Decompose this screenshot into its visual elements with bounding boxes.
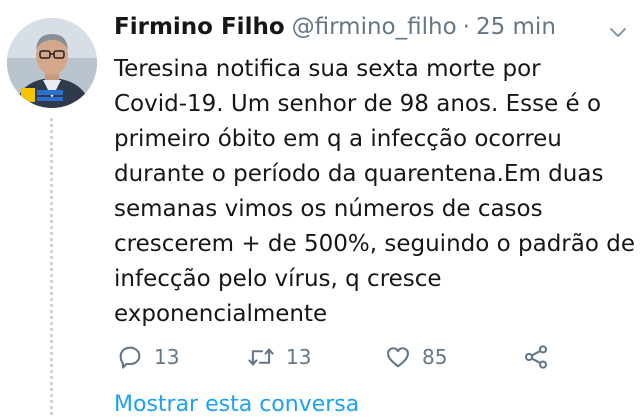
tweet-text-line: exponencialmente	[114, 301, 328, 327]
chevron-down-icon[interactable]	[606, 20, 630, 44]
tweet-text-line: Teresina notifica sua sexta morte por	[114, 56, 541, 82]
tweet-header: Firmino Filho @firmino_filho · 25 min	[114, 14, 600, 50]
tweet-text-line: crescerem + de 500%, seguindo o padrão d…	[114, 231, 635, 257]
retweet-button[interactable]: 13	[246, 340, 311, 374]
like-icon	[384, 343, 412, 371]
separator-dot: ·	[462, 14, 470, 40]
avatar-photo	[7, 18, 97, 108]
tweet-actions: 13 13 85	[114, 340, 614, 374]
avatar[interactable]	[7, 18, 97, 108]
tweet-text-line: semanas vimos os números de casos	[114, 196, 543, 222]
retweet-icon	[246, 343, 276, 371]
like-button[interactable]: 85	[384, 340, 447, 374]
reply-count: 13	[154, 345, 180, 369]
user-handle[interactable]: @firmino_filho	[292, 14, 457, 40]
tweet-text: Teresina notifica sua sexta morte por Co…	[114, 52, 635, 332]
tweet-text-line: durante o período da quarentena.Em duas	[114, 161, 604, 187]
tweet-text-line: primeiro óbito em q a infecção ocorreu	[114, 126, 562, 152]
tweet-text-line: infecção pelo vírus, q cresce	[114, 266, 442, 292]
display-name[interactable]: Firmino Filho	[114, 14, 285, 40]
timestamp[interactable]: 25 min	[476, 14, 556, 40]
show-thread-link[interactable]: Mostrar esta conversa	[114, 392, 359, 417]
thread-line	[50, 118, 53, 415]
like-count: 85	[422, 345, 448, 369]
reply-icon	[116, 343, 144, 371]
reply-button[interactable]: 13	[116, 340, 179, 374]
share-button[interactable]	[522, 340, 550, 374]
share-icon	[522, 343, 550, 371]
tweet[interactable]: Firmino Filho @firmino_filho · 25 min Te…	[0, 0, 640, 417]
tweet-text-line: Covid-19. Um senhor de 98 anos. Esse é o	[114, 91, 602, 117]
retweet-count: 13	[286, 345, 312, 369]
